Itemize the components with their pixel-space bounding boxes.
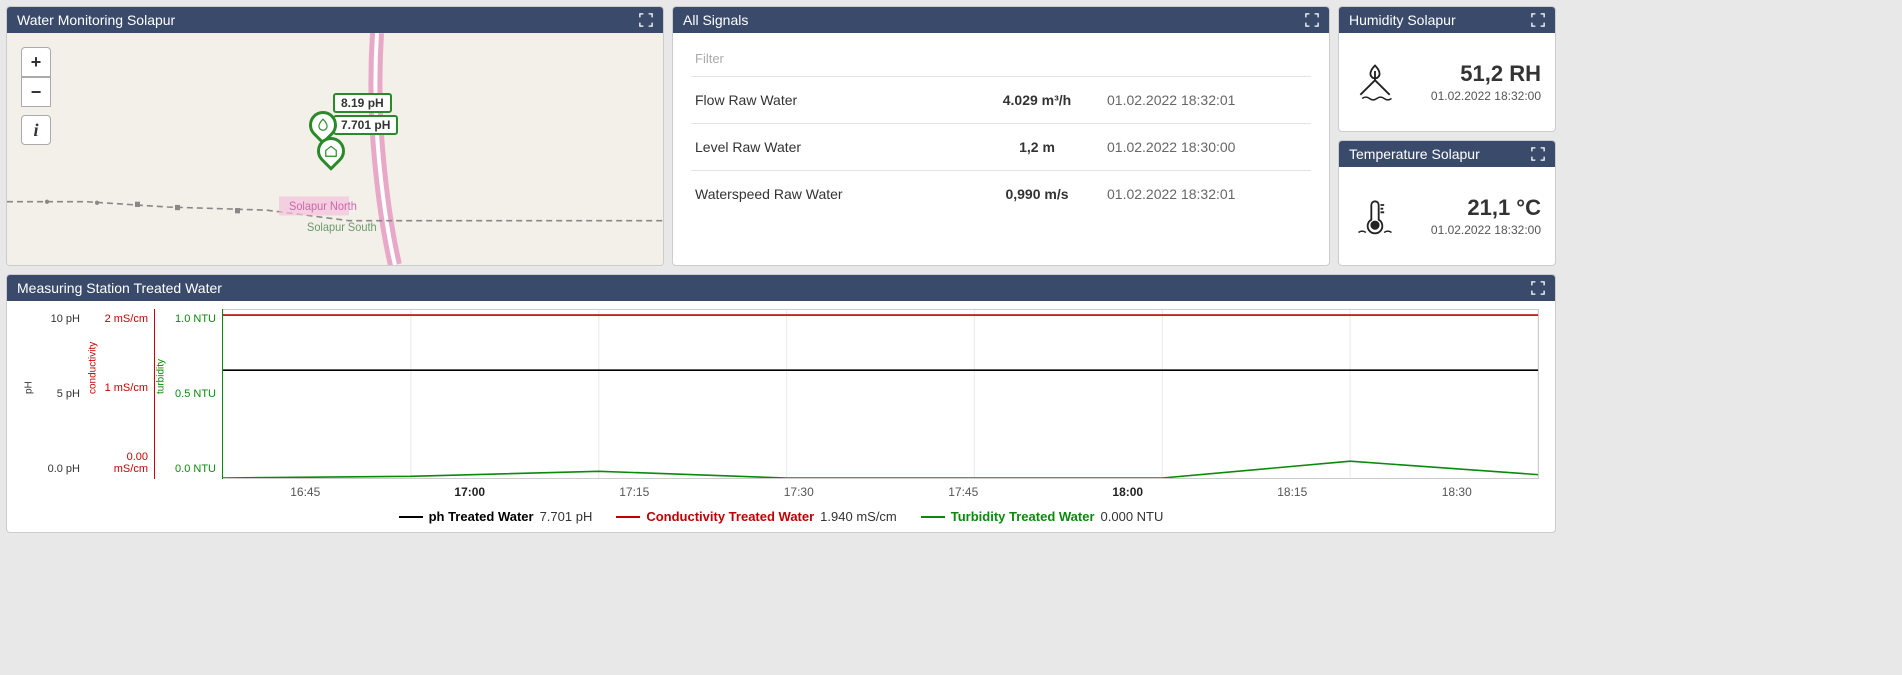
legend-item[interactable]: ph Treated Water 7.701 pH (399, 509, 593, 524)
panel-title: Temperature Solapur (1349, 146, 1480, 162)
legend-name: ph Treated Water (429, 509, 534, 524)
x-tick: 18:00 (1046, 485, 1211, 499)
temperature-icon (1353, 194, 1397, 238)
panel-humidity: Humidity Solapur 51,2 RH 01.02.2022 18:3… (1338, 6, 1556, 132)
map-label-north: Solapur North (289, 201, 357, 213)
x-tick: 17:15 (552, 485, 717, 499)
x-tick: 17:45 (881, 485, 1046, 499)
axis-label-ph: pH (24, 381, 35, 394)
signal-name: Flow Raw Water (695, 92, 967, 108)
panel-title: Measuring Station Treated Water (17, 280, 222, 296)
signal-value: 1,2 m (967, 139, 1107, 155)
signal-timestamp: 01.02.2022 18:30:00 (1107, 139, 1307, 155)
expand-icon[interactable] (1531, 147, 1545, 161)
axis-tick: 1 mS/cm (93, 382, 148, 394)
legend-value: 7.701 pH (540, 509, 593, 524)
humidity-value: 51,2 RH (1411, 61, 1541, 87)
map-ph-badge-2[interactable]: 7.701 pH (333, 115, 398, 135)
axis-tick: 5 pH (29, 388, 80, 400)
axis-tick: 2 mS/cm (93, 313, 148, 325)
temperature-timestamp: 01.02.2022 18:32:00 (1411, 223, 1541, 237)
panel-header: Temperature Solapur (1339, 141, 1555, 167)
signal-row[interactable]: Waterspeed Raw Water 0,990 m/s 01.02.202… (691, 170, 1311, 217)
axis-label-conductivity: conductivity (88, 342, 99, 394)
axis-tick: 0.5 NTU (161, 388, 216, 400)
x-tick: 16:45 (223, 485, 388, 499)
panel-header: All Signals (673, 7, 1329, 33)
signal-name: Level Raw Water (695, 139, 967, 155)
chart-legend: ph Treated Water 7.701 pH Conductivity T… (23, 499, 1539, 526)
legend-item[interactable]: Turbidity Treated Water 0.000 NTU (921, 509, 1164, 524)
expand-icon[interactable] (1531, 13, 1545, 27)
panel-header: Humidity Solapur (1339, 7, 1555, 33)
signal-name: Waterspeed Raw Water (695, 186, 967, 202)
legend-name: Conductivity Treated Water (646, 509, 814, 524)
axis-tick: 0.00 mS/cm (93, 451, 148, 475)
x-tick: 17:00 (388, 485, 553, 499)
panel-title: Humidity Solapur (1349, 12, 1456, 28)
panel-title: All Signals (683, 12, 748, 28)
axis-tick: 1.0 NTU (161, 313, 216, 325)
signal-timestamp: 01.02.2022 18:32:01 (1107, 186, 1307, 202)
legend-value: 1.940 mS/cm (820, 509, 897, 524)
humidity-timestamp: 01.02.2022 18:32:00 (1411, 89, 1541, 103)
axis-tick: 10 pH (29, 313, 80, 325)
x-tick: 18:30 (1375, 485, 1540, 499)
axis-tick: 0.0 NTU (161, 463, 216, 475)
panel-header: Measuring Station Treated Water (7, 275, 1555, 301)
signal-timestamp: 01.02.2022 18:32:01 (1107, 92, 1307, 108)
chart-plot-area[interactable]: pH 10 pH 5 pH 0.0 pH conductivity 2 mS/c… (23, 309, 1539, 479)
expand-icon[interactable] (1531, 281, 1545, 295)
zoom-in-button[interactable]: + (21, 47, 51, 77)
map-info-button[interactable]: i (21, 115, 51, 145)
x-tick: 17:30 (717, 485, 882, 499)
axis-label-turbidity: turbidity (156, 359, 167, 394)
zoom-out-button[interactable]: − (21, 77, 51, 107)
legend-item[interactable]: Conductivity Treated Water 1.940 mS/cm (616, 509, 896, 524)
expand-icon[interactable] (639, 13, 653, 27)
expand-icon[interactable] (1305, 13, 1319, 27)
panel-chart: Measuring Station Treated Water pH 10 pH… (6, 274, 1556, 533)
temperature-value: 21,1 °C (1411, 195, 1541, 221)
axis-tick: 0.0 pH (29, 463, 80, 475)
signals-list: Filter Flow Raw Water 4.029 m³/h 01.02.2… (673, 33, 1329, 265)
signal-value: 4.029 m³/h (967, 92, 1107, 108)
map-label-south: Solapur South (307, 222, 377, 234)
humidity-icon (1353, 60, 1397, 104)
map-ph-badge-1[interactable]: 8.19 pH (333, 93, 392, 113)
panel-temperature: Temperature Solapur 21,1 °C 01.02.2022 1… (1338, 140, 1556, 266)
signals-filter-input[interactable]: Filter (691, 39, 1311, 76)
signal-value: 0,990 m/s (967, 186, 1107, 202)
legend-value: 0.000 NTU (1101, 509, 1164, 524)
signal-row[interactable]: Flow Raw Water 4.029 m³/h 01.02.2022 18:… (691, 76, 1311, 123)
panel-signals: All Signals Filter Flow Raw Water 4.029 … (672, 6, 1330, 266)
map-area[interactable]: Solapur North Solapur South 8.19 pH 7.70… (7, 33, 663, 265)
panel-title: Water Monitoring Solapur (17, 12, 175, 28)
signal-row[interactable]: Level Raw Water 1,2 m 01.02.2022 18:30:0… (691, 123, 1311, 170)
x-tick: 18:15 (1210, 485, 1375, 499)
panel-map: Water Monitoring Solapur Solapur North S… (6, 6, 664, 266)
legend-name: Turbidity Treated Water (951, 509, 1095, 524)
panel-header: Water Monitoring Solapur (7, 7, 663, 33)
